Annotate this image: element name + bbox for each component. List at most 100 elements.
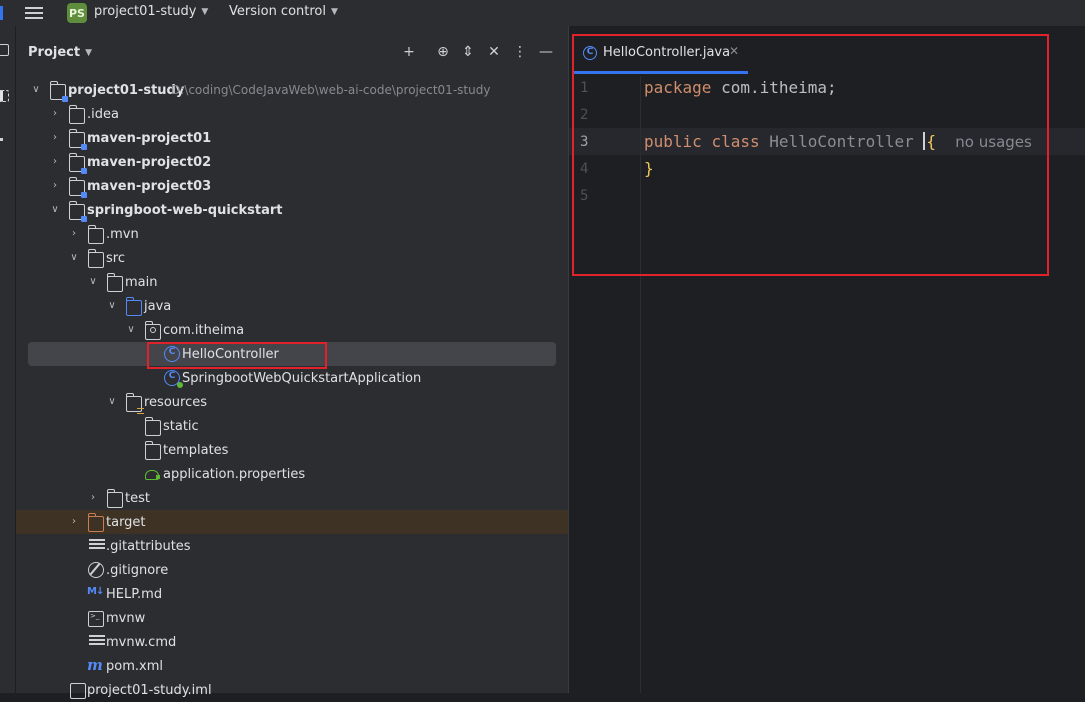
locate-file-icon[interactable]: ⊕ (434, 43, 452, 61)
tree-item-label: springboot-web-quickstart (87, 202, 283, 218)
tree-item-gitignore[interactable]: .gitignore (16, 558, 568, 582)
hide-panel-icon[interactable]: — (537, 43, 555, 61)
tree-item-project01-study[interactable]: ∨ project01-study D:\coding\CodeJavaWeb\… (16, 78, 568, 102)
chevron-right-icon[interactable]: › (49, 180, 61, 192)
folder-icon (106, 273, 123, 292)
tree-item-java[interactable]: ∨ java (16, 294, 568, 318)
annotation-highlight-editor (572, 34, 1049, 276)
tree-item-label: .gitignore (106, 562, 169, 578)
tree-item-pom-xml[interactable]: m pom.xml (16, 654, 568, 678)
shell-script-icon: >_ (88, 611, 104, 627)
text-file-icon (89, 635, 105, 651)
tree-item-test[interactable]: › test (16, 486, 568, 510)
annotation-highlight-tree (147, 342, 327, 369)
project-panel-header: Project ▼ + ⊕ ⇕ ✕ ⋮ — (16, 26, 568, 62)
chevron-down-icon[interactable]: ∨ (30, 84, 42, 96)
chevron-down-icon[interactable]: ∨ (106, 300, 118, 312)
folder-icon (106, 489, 123, 508)
chevron-right-icon[interactable]: › (49, 156, 61, 168)
chevron-right-icon[interactable]: › (49, 132, 61, 144)
tree-item-label: project01-study.iml (87, 682, 212, 698)
tree-item-static[interactable]: static (16, 414, 568, 438)
tree-item-label: test (125, 490, 150, 506)
chevron-down-icon: ▼ (331, 7, 338, 17)
folder-icon (144, 441, 161, 460)
iml-file-icon (70, 683, 86, 699)
expand-all-icon[interactable]: ⇕ (459, 43, 477, 61)
project-badge[interactable]: PS (67, 3, 87, 23)
spring-app-class-icon: C (164, 370, 183, 388)
tree-item-label: .idea (87, 106, 119, 122)
folder-icon (87, 225, 104, 244)
folder-icon (87, 249, 104, 268)
tree-item-label: target (106, 514, 146, 530)
tree-item-maven-project03[interactable]: › maven-project03 (16, 174, 568, 198)
folder-icon (68, 105, 85, 124)
tree-item-label: pom.xml (106, 658, 163, 674)
project-view-selector[interactable]: Project ▼ (28, 45, 92, 60)
source-folder-icon (125, 297, 142, 316)
tree-item-label: .mvn (106, 226, 139, 242)
collapse-all-icon[interactable]: ✕ (485, 43, 503, 61)
chevron-down-icon[interactable]: ∨ (125, 324, 137, 336)
package-icon (144, 321, 161, 340)
chevron-down-icon: ▼ (85, 48, 92, 58)
chevron-right-icon[interactable]: › (87, 492, 99, 504)
tree-item-label: .gitattributes (106, 538, 191, 554)
tree-item-src[interactable]: ∨ src (16, 246, 568, 270)
main-menu-icon[interactable] (25, 5, 43, 21)
tree-item-label: maven-project01 (87, 130, 212, 146)
options-icon[interactable]: ⋮ (511, 43, 529, 61)
title-bar: PS project01-study ▼ Version control ▼ (0, 0, 1085, 26)
tree-item-label: resources (144, 394, 208, 410)
chevron-down-icon: ▼ (201, 7, 209, 17)
tree-item-maven-project02[interactable]: › maven-project02 (16, 150, 568, 174)
module-folder-icon (49, 81, 68, 102)
tree-item-mvnw-cmd[interactable]: mvnw.cmd (16, 630, 568, 654)
project-panel-title: Project (28, 45, 81, 60)
tree-item-label: SpringbootWebQuickstartApplication (182, 370, 422, 386)
tree-item-springbootwebquickstartapplication[interactable]: C SpringbootWebQuickstartApplication (16, 366, 568, 390)
more-tools-icon[interactable] (0, 138, 3, 141)
tree-item-mvnw[interactable]: >_ mvnw (16, 606, 568, 630)
module-folder-icon (68, 177, 87, 198)
new-file-icon[interactable]: + (400, 43, 418, 61)
tree-item-mvn[interactable]: › .mvn (16, 222, 568, 246)
version-control-menu[interactable]: Version control ▼ (229, 4, 338, 19)
project-switcher-label: project01-study (94, 4, 197, 19)
project-tool-icon[interactable] (0, 44, 9, 56)
tree-item-maven-project01[interactable]: › maven-project01 (16, 126, 568, 150)
tree-item-target[interactable]: › target (16, 510, 568, 534)
tree-item-label: application.properties (163, 466, 306, 482)
tree-item-resources[interactable]: ∨ resources (16, 390, 568, 414)
tree-item-project01-study-iml[interactable]: project01-study.iml (16, 678, 568, 702)
tree-item-label: templates (163, 442, 229, 458)
tree-item-label: maven-project02 (87, 154, 212, 170)
markdown-icon: M↓ (87, 586, 104, 597)
tree-item-springboot-web-quickstart[interactable]: ∨ springboot-web-quickstart (16, 198, 568, 222)
chevron-right-icon[interactable]: › (68, 228, 80, 240)
tree-item-label: mvnw.cmd (106, 634, 177, 650)
module-folder-icon (68, 153, 87, 174)
project-switcher[interactable]: project01-study ▼ (94, 4, 208, 19)
text-file-icon (89, 539, 105, 555)
structure-tool-icon[interactable] (0, 90, 9, 102)
tree-item-idea[interactable]: › .idea (16, 102, 568, 126)
spring-properties-icon (145, 466, 161, 482)
tree-item-com-itheima[interactable]: ∨ com.itheima (16, 318, 568, 342)
chevron-right-icon[interactable]: › (68, 516, 80, 528)
chevron-down-icon[interactable]: ∨ (68, 252, 80, 264)
tree-item-main[interactable]: ∨ main (16, 270, 568, 294)
tree-item-gitattributes[interactable]: .gitattributes (16, 534, 568, 558)
tree-item-application-properties[interactable]: application.properties (16, 462, 568, 486)
chevron-right-icon[interactable]: › (49, 108, 61, 120)
chevron-down-icon[interactable]: ∨ (87, 276, 99, 288)
tree-item-path: D:\coding\CodeJavaWeb\web-ai-code\projec… (171, 83, 491, 97)
chevron-down-icon[interactable]: ∨ (106, 396, 118, 408)
tree-item-help-md[interactable]: M↓ HELP.md (16, 582, 568, 606)
module-folder-icon (68, 129, 87, 150)
chevron-down-icon[interactable]: ∨ (49, 204, 61, 216)
tree-item-label: java (144, 298, 172, 314)
tree-item-label: com.itheima (163, 322, 245, 338)
tree-item-templates[interactable]: templates (16, 438, 568, 462)
